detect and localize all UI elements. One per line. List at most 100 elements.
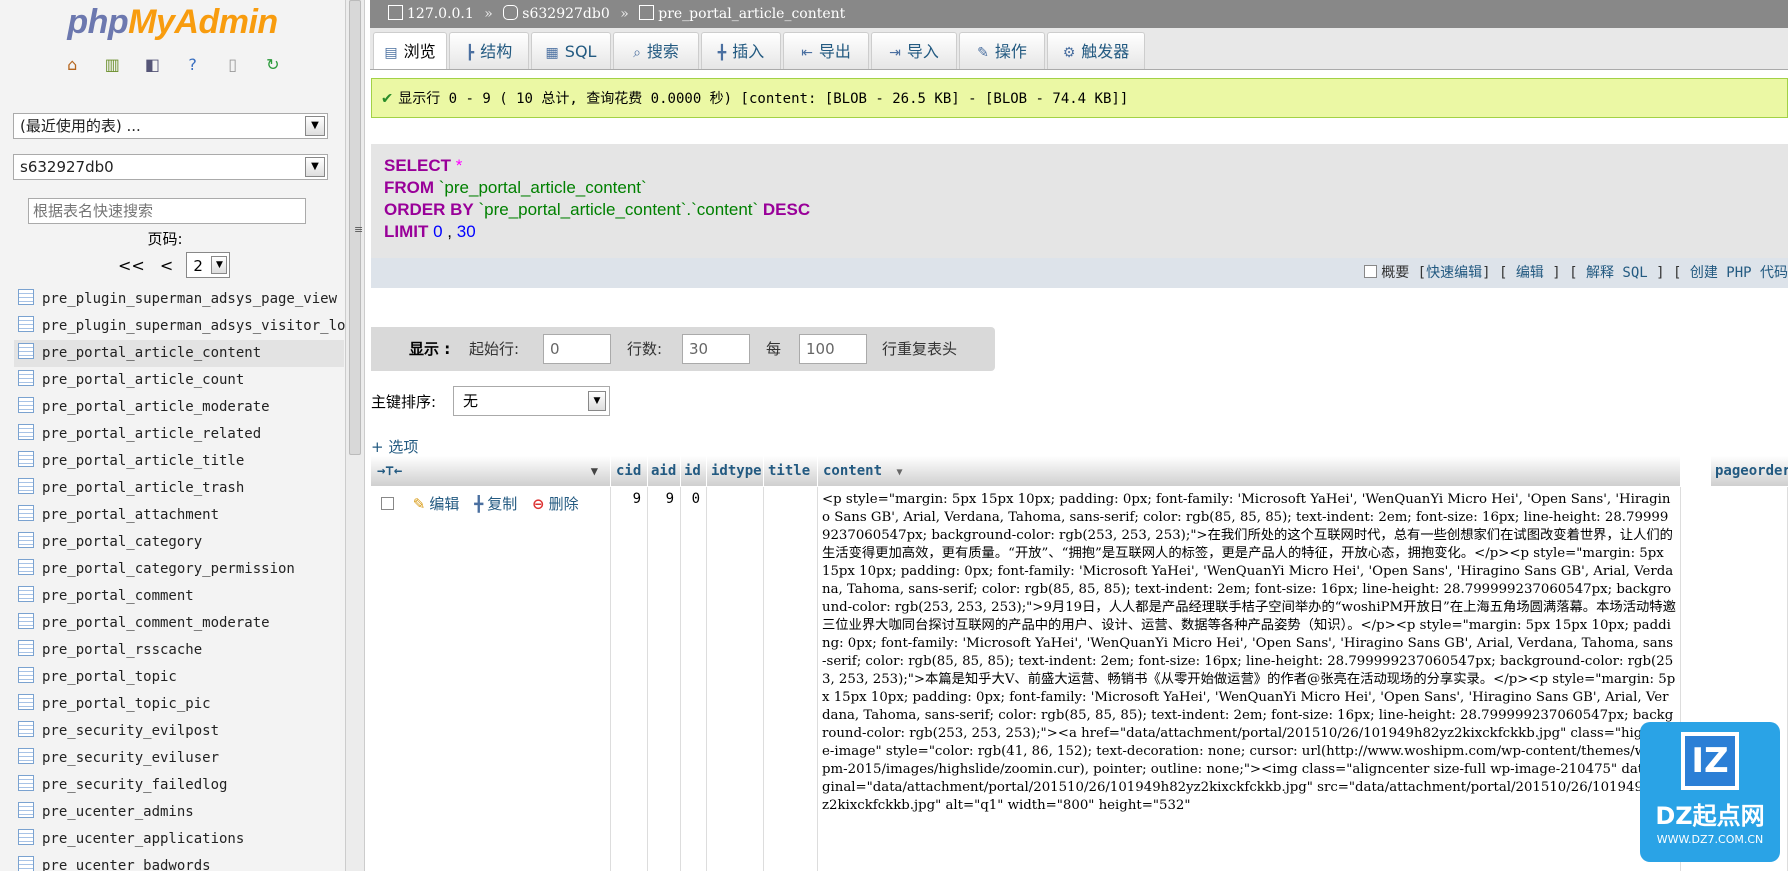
first-page-link[interactable]: <<: [118, 256, 145, 275]
sidebar-item-table[interactable]: pre_portal_article_related: [14, 421, 344, 448]
table-icon[interactable]: [18, 343, 34, 359]
table-icon[interactable]: [18, 829, 34, 845]
tab-7[interactable]: ✎ 操作: [959, 32, 1045, 69]
table-icon[interactable]: [18, 370, 34, 386]
breadcrumb-database[interactable]: s632927db0: [522, 6, 609, 22]
table-icon[interactable]: [18, 532, 34, 548]
sort-desc-icon[interactable]: ▼: [896, 467, 902, 478]
sql-query-box[interactable]: SELECT * FROM `pre_portal_article_conten…: [371, 144, 1788, 258]
pencil-icon[interactable]: ✎: [413, 495, 426, 513]
explain-sql-link[interactable]: 解释 SQL: [1586, 265, 1648, 281]
sidebar-item-table[interactable]: pre_security_failedlog: [14, 772, 344, 799]
table-icon[interactable]: [18, 694, 34, 710]
table-icon[interactable]: [18, 424, 34, 440]
sidebar-item-table[interactable]: pre_portal_rsscache: [14, 637, 344, 664]
table-icon[interactable]: [18, 856, 34, 871]
table-icon[interactable]: [18, 289, 34, 305]
scrollbar-thumb[interactable]: ≡: [349, 0, 363, 455]
cell-id[interactable]: 0: [681, 487, 707, 871]
tab-5[interactable]: ⇤ 导出: [783, 32, 869, 69]
sidebar-item-table[interactable]: pre_portal_article_trash: [14, 475, 344, 502]
exit-icon[interactable]: ▥: [103, 56, 121, 74]
delete-icon[interactable]: ⊖: [532, 495, 545, 513]
table-icon[interactable]: [18, 748, 34, 764]
page-select[interactable]: 2 ▼: [186, 252, 231, 278]
help-icon[interactable]: ?: [184, 56, 202, 74]
table-icon[interactable]: [18, 316, 34, 332]
sidebar-item-table[interactable]: pre_portal_attachment: [14, 502, 344, 529]
phpmyadmin-logo[interactable]: phpMyAdmin: [0, 0, 345, 44]
start-row-input[interactable]: 0: [543, 334, 611, 364]
sidebar-item-table[interactable]: pre_portal_article_content: [14, 340, 344, 367]
cell-aid[interactable]: 9: [648, 487, 681, 871]
breadcrumb-server[interactable]: 127.0.0.1: [407, 6, 474, 22]
table-icon[interactable]: [18, 586, 34, 602]
chevron-down-icon[interactable]: ▼: [591, 456, 598, 486]
column-header-pageorder[interactable]: pageorder: [1711, 456, 1788, 486]
tab-3[interactable]: ⌕ 搜索: [613, 32, 699, 69]
cell-cid[interactable]: 9: [611, 487, 648, 871]
inline-edit-link[interactable]: 快速编辑: [1426, 265, 1482, 281]
edit-sql-link[interactable]: 编辑: [1516, 265, 1544, 281]
table-icon[interactable]: [18, 505, 34, 521]
sidebar-item-table[interactable]: pre_security_eviluser: [14, 745, 344, 772]
docs-icon[interactable]: ▯: [224, 56, 242, 74]
table-icon[interactable]: [18, 397, 34, 413]
copy-icon[interactable]: ╋: [474, 495, 483, 513]
cell-title[interactable]: [764, 487, 818, 871]
column-header-content[interactable]: content ▼: [818, 456, 1681, 486]
nav-scrollbar[interactable]: ≡: [345, 0, 365, 871]
prev-page-link[interactable]: <: [160, 256, 173, 275]
column-header-cid[interactable]: cid: [611, 456, 648, 486]
table-icon[interactable]: [18, 640, 34, 656]
tab-4[interactable]: ╋ 插入: [701, 32, 781, 69]
sidebar-item-table[interactable]: pre_portal_category_permission: [14, 556, 344, 583]
copy-link[interactable]: 复制: [487, 495, 517, 513]
sidebar-item-table[interactable]: pre_plugin_superman_adsys_page_view: [14, 286, 344, 313]
table-icon[interactable]: [18, 667, 34, 683]
sidebar-item-table[interactable]: pre_plugin_superman_adsys_visitor_log: [14, 313, 345, 340]
table-icon[interactable]: [18, 775, 34, 791]
rows-input[interactable]: 30: [682, 334, 750, 364]
sidebar-item-table[interactable]: pre_portal_topic_pic: [14, 691, 344, 718]
sidebar-item-table[interactable]: pre_ucenter_badwords: [14, 853, 344, 871]
sidebar-item-table[interactable]: pre_portal_article_moderate: [14, 394, 344, 421]
row-checkbox[interactable]: [381, 497, 394, 510]
table-icon[interactable]: [18, 478, 34, 494]
table-icon[interactable]: [18, 802, 34, 818]
table-icon[interactable]: [18, 451, 34, 467]
repeat-headers-input[interactable]: 100: [799, 334, 867, 364]
sidebar-item-table[interactable]: pre_portal_category: [14, 529, 344, 556]
column-header-title[interactable]: title: [764, 456, 818, 486]
sidebar-item-table[interactable]: pre_security_evilpost: [14, 718, 344, 745]
table-icon[interactable]: [18, 559, 34, 575]
table-filter-input[interactable]: [28, 198, 306, 224]
column-header-id[interactable]: id: [681, 456, 707, 486]
sidebar-item-table[interactable]: pre_ucenter_applications: [14, 826, 344, 853]
sidebar-item-table[interactable]: pre_portal_comment_moderate: [14, 610, 344, 637]
cell-idtype[interactable]: [707, 487, 764, 871]
column-arrows-icon[interactable]: →⊤←: [377, 463, 402, 479]
reload-icon[interactable]: ↻: [264, 56, 282, 74]
tab-8[interactable]: ⚙ 触发器: [1047, 32, 1145, 69]
column-header-aid[interactable]: aid: [648, 456, 681, 486]
column-header-idtype[interactable]: idtype: [707, 456, 764, 486]
table-icon[interactable]: [18, 613, 34, 629]
tab-6[interactable]: ⇥ 导入: [871, 32, 957, 69]
edit-link[interactable]: 编辑: [429, 495, 459, 513]
sidebar-item-table[interactable]: pre_portal_comment: [14, 583, 344, 610]
create-php-link[interactable]: 创建 PHP 代码: [1690, 265, 1788, 281]
database-select[interactable]: s632927db0 ▼: [13, 154, 328, 180]
table-icon[interactable]: [18, 721, 34, 737]
tab-1[interactable]: ┣ 结构: [449, 32, 529, 69]
sort-by-key-select[interactable]: 无 ▼: [453, 386, 610, 416]
breadcrumb-table[interactable]: pre_portal_article_content: [658, 6, 845, 22]
sidebar-item-table[interactable]: pre_portal_article_count: [14, 367, 344, 394]
cell-content[interactable]: <p style="margin: 5px 15px 10px; padding…: [818, 487, 1681, 871]
profiling-checkbox[interactable]: [1364, 265, 1378, 278]
delete-link[interactable]: 删除: [549, 495, 579, 513]
tab-2[interactable]: ▦ SQL: [531, 32, 611, 69]
tab-0[interactable]: ▤ 浏览: [373, 32, 447, 69]
query-icon[interactable]: ◧: [143, 56, 161, 74]
home-icon[interactable]: ⌂: [63, 56, 81, 74]
